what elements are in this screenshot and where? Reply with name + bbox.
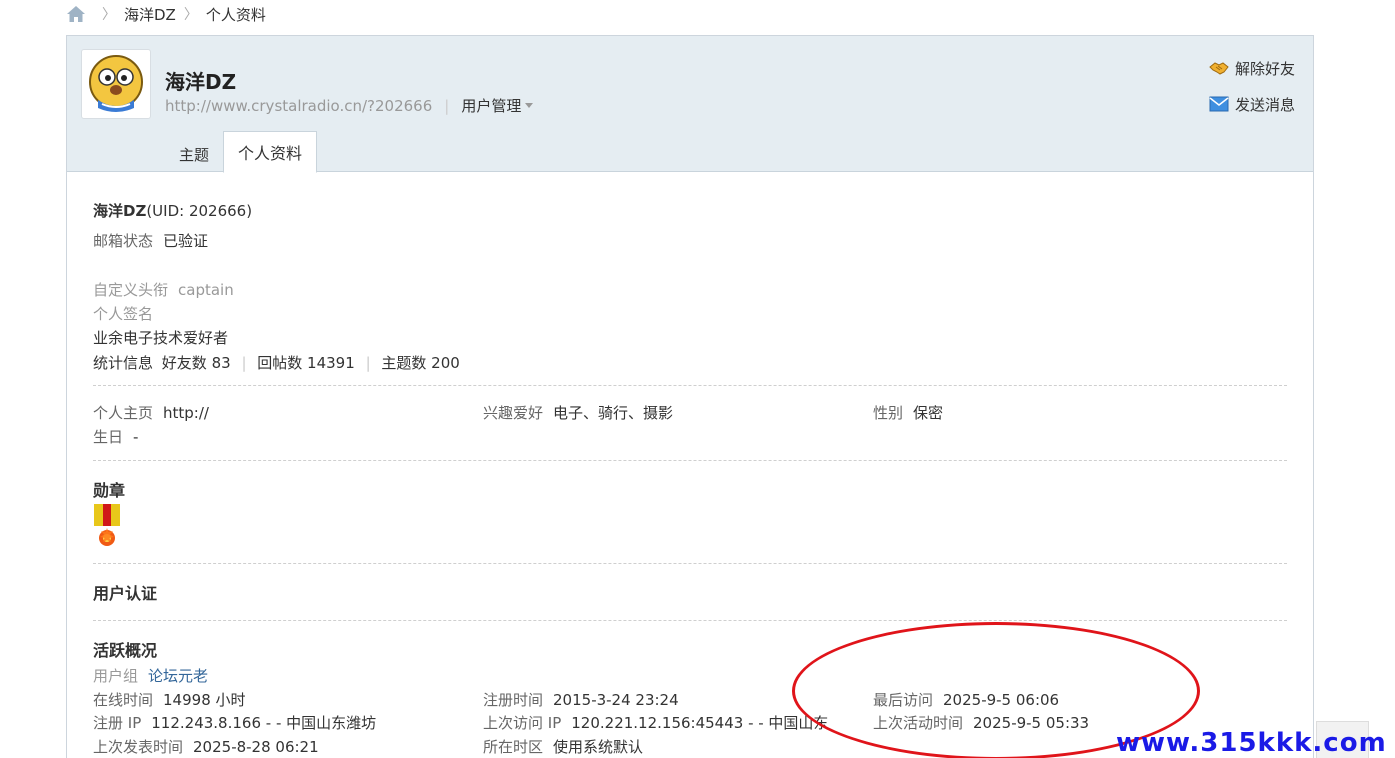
breadcrumb: 〉 海洋DZ 〉 个人资料 — [66, 3, 266, 25]
divider — [93, 563, 1287, 564]
remove-friend-button[interactable]: 解除好友 — [1209, 56, 1295, 80]
profile-url-link[interactable]: http://www.crystalradio.cn/?202666 — [165, 97, 432, 115]
avatar-image — [89, 55, 143, 112]
stats-friends-link[interactable]: 好友数 83 — [162, 354, 231, 372]
online-time-row: 在线时间 14998 小时 — [93, 689, 246, 710]
reg-time-label: 注册时间 — [483, 691, 544, 709]
usergroup-row: 用户组 论坛元老 — [93, 665, 208, 686]
signature-value: 业余电子技术爱好者 — [93, 329, 229, 347]
online-time-value: 14998 小时 — [163, 691, 246, 709]
reg-ip-value: 112.243.8.166 - - 中国山东潍坊 — [151, 714, 377, 732]
email-status-row: 邮箱状态 已验证 — [93, 230, 208, 251]
medal-badge[interactable] — [93, 504, 121, 554]
usergroup-link[interactable]: 论坛元老 — [148, 667, 208, 685]
remove-friend-label: 解除好友 — [1234, 59, 1295, 78]
online-time-label: 在线时间 — [93, 691, 154, 709]
reg-time-value: 2015-3-24 23:24 — [553, 691, 679, 709]
send-message-label: 发送消息 — [1234, 95, 1295, 114]
profile-actions: 解除好友 发送消息 — [1209, 56, 1295, 128]
send-message-button[interactable]: 发送消息 — [1209, 92, 1295, 116]
divider — [93, 460, 1287, 461]
divider: | — [444, 96, 450, 115]
stats-label: 统计信息 — [93, 354, 154, 372]
activity-section-title: 活跃概况 — [93, 641, 158, 660]
email-status-label: 邮箱状态 — [93, 232, 154, 250]
last-post-row: 上次发表时间 2025-8-28 06:21 — [93, 736, 319, 757]
homepage-value[interactable]: http:// — [163, 404, 209, 422]
profile-name: 海洋DZ — [93, 202, 147, 220]
verify-section-title: 用户认证 — [93, 584, 158, 603]
home-icon[interactable] — [66, 5, 86, 23]
user-manage-dropdown[interactable]: 用户管理 — [461, 95, 534, 116]
avatar[interactable] — [81, 49, 151, 119]
custom-title-row: 自定义头衔 captain — [93, 279, 234, 300]
tab-threads[interactable]: 主题 — [165, 136, 223, 172]
user-manage-label: 用户管理 — [461, 97, 522, 115]
custom-title-label: 自定义头衔 — [93, 281, 169, 299]
reg-time-row: 注册时间 2015-3-24 23:24 — [483, 689, 679, 710]
reg-ip-label: 注册 IP — [93, 714, 142, 732]
reg-ip-row: 注册 IP 112.243.8.166 - - 中国山东潍坊 — [93, 712, 376, 733]
gender-row: 性别 保密 — [873, 402, 943, 423]
birthday-label: 生日 — [93, 428, 124, 446]
gender-value: 保密 — [913, 404, 944, 422]
profile-uid: (UID: 202666) — [146, 202, 253, 220]
breadcrumb-separator: 〉 — [102, 7, 116, 23]
tab-profile[interactable]: 个人资料 — [223, 131, 318, 173]
profile-url-line: http://www.crystalradio.cn/?202666 | 用户管… — [165, 95, 534, 116]
divider — [93, 385, 1287, 386]
divider — [93, 620, 1287, 621]
last-post-label: 上次发表时间 — [93, 738, 184, 756]
stats-threads-link[interactable]: 主题数 200 — [381, 354, 459, 372]
medal-icon — [94, 504, 120, 546]
timezone-value: 使用系统默认 — [553, 738, 644, 756]
profile-name-uid: 海洋DZ(UID: 202666) — [93, 200, 252, 221]
email-status-value: 已验证 — [163, 232, 209, 250]
homepage-row: 个人主页 http:// — [93, 402, 209, 423]
profile-username: 海洋DZ — [165, 70, 237, 94]
stats-replies-link[interactable]: 回帖数 14391 — [257, 354, 355, 372]
breadcrumb-current: 个人资料 — [205, 5, 266, 24]
last-post-value: 2025-8-28 06:21 — [193, 738, 319, 756]
chevron-down-icon — [525, 103, 534, 108]
custom-title-value: captain — [178, 281, 234, 299]
hobby-row: 兴趣爱好 电子、骑行、摄影 — [483, 402, 673, 423]
hobby-label: 兴趣爱好 — [483, 404, 544, 422]
profile-tabs: 主题 个人资料 — [165, 131, 318, 173]
birthday-row: 生日 - — [93, 426, 138, 447]
homepage-label: 个人主页 — [93, 404, 154, 422]
envelope-icon — [1209, 95, 1229, 113]
gender-label: 性别 — [873, 404, 904, 422]
timezone-label: 所在时区 — [483, 738, 544, 756]
birthday-value: - — [133, 428, 139, 446]
handshake-icon — [1209, 59, 1229, 77]
divider: | — [241, 354, 247, 372]
timezone-row: 所在时区 使用系统默认 — [483, 736, 643, 757]
last-ip-value: 120.221.12.156:45443 - - 中国山东 — [571, 714, 829, 732]
breadcrumb-site-link[interactable]: 海洋DZ — [124, 4, 176, 25]
hobby-value: 电子、骑行、摄影 — [553, 404, 674, 422]
watermark: www.315kkk.com — [1116, 728, 1387, 758]
profile-header: 海洋DZ http://www.crystalradio.cn/?202666 … — [67, 36, 1313, 173]
breadcrumb-separator: 〉 — [183, 7, 198, 23]
medal-section-title: 勋章 — [93, 481, 126, 500]
signature-row: 个人签名 — [93, 303, 163, 324]
last-ip-label: 上次访问 IP — [483, 714, 562, 732]
stats-row: 统计信息 好友数 83 | 回帖数 14391 | 主题数 200 — [93, 352, 460, 373]
divider: | — [365, 354, 371, 372]
signature-label: 个人签名 — [93, 305, 154, 323]
usergroup-label: 用户组 — [93, 667, 139, 685]
last-ip-row: 上次访问 IP 120.221.12.156:45443 - - 中国山东 — [483, 712, 828, 733]
